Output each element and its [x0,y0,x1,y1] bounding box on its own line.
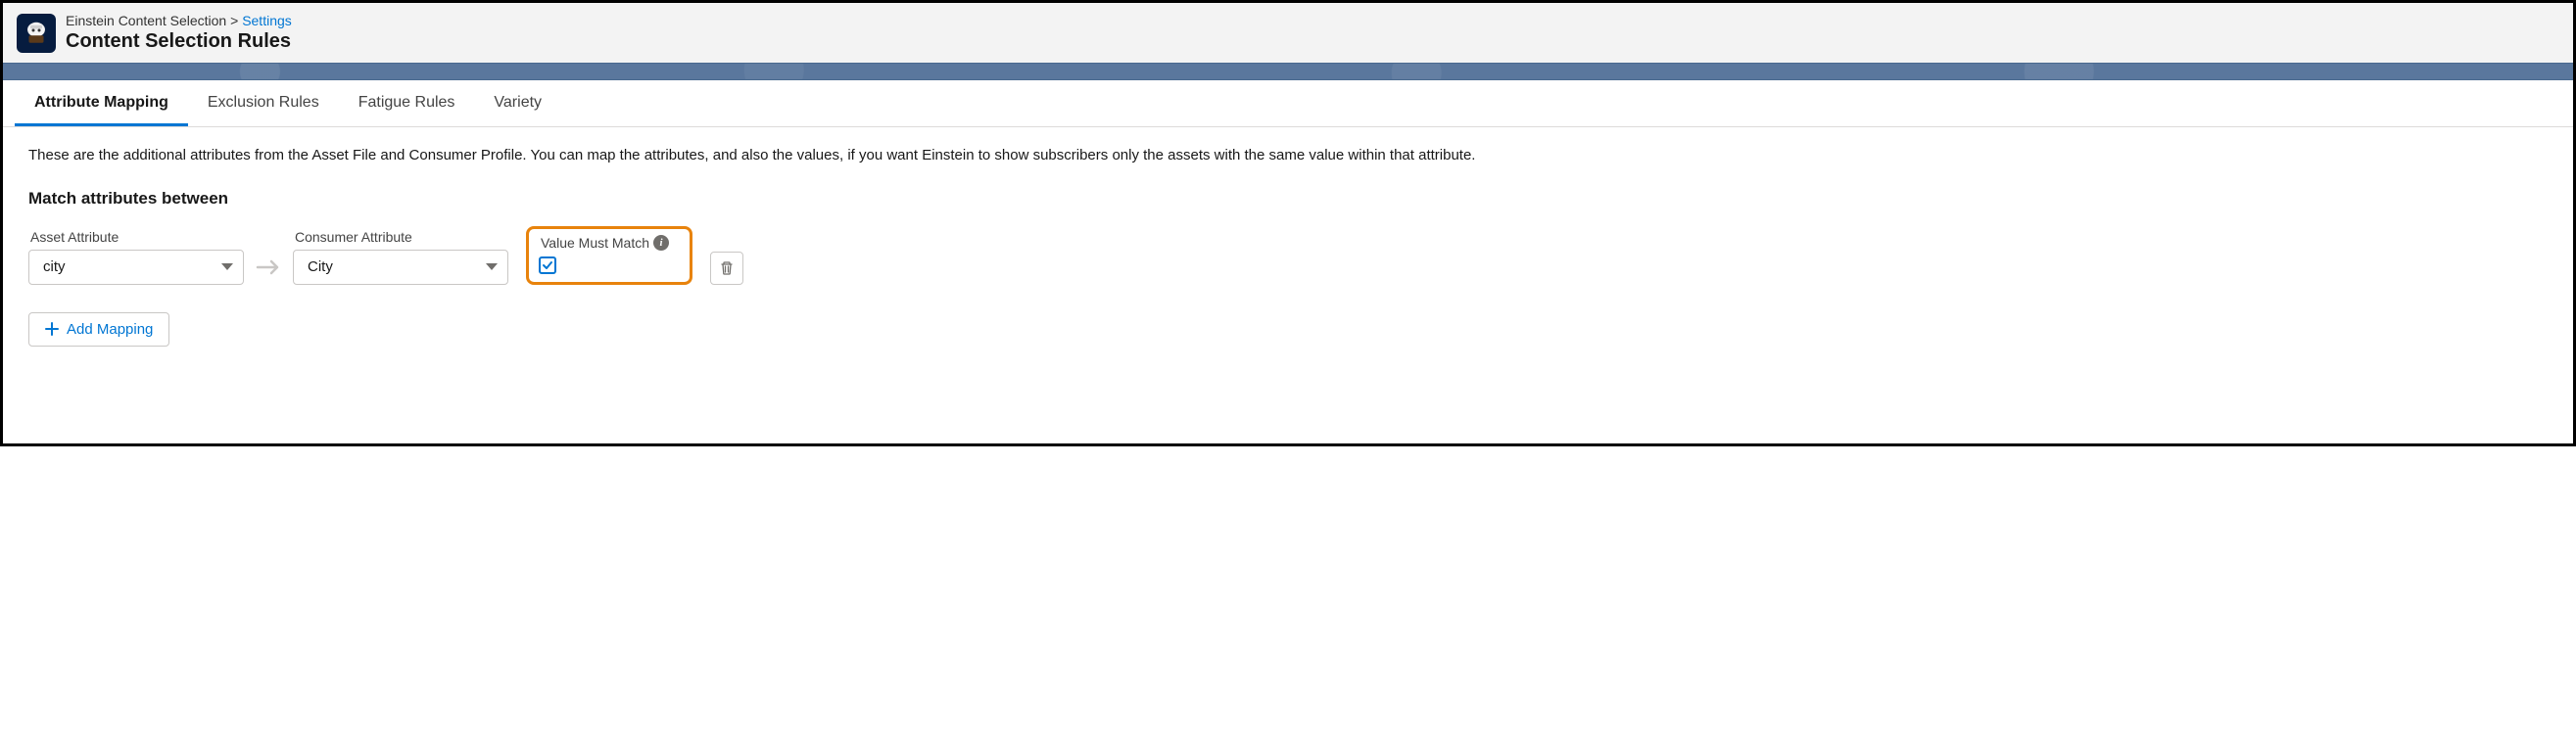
info-icon[interactable]: i [653,235,669,251]
tab-variety[interactable]: Variety [474,80,561,126]
consumer-attribute-select[interactable]: City [293,250,508,285]
chevron-down-icon [221,263,233,270]
description-text: These are the additional attributes from… [28,145,2548,167]
section-heading: Match attributes between [28,189,2548,209]
page-title: Content Selection Rules [66,30,292,53]
consumer-attribute-label: Consumer Attribute [293,229,508,245]
breadcrumb-root: Einstein Content Selection [66,13,226,28]
plus-icon [45,322,59,336]
asset-attribute-label: Asset Attribute [28,229,244,245]
tab-attribute-mapping[interactable]: Attribute Mapping [15,80,188,126]
tab-fatigue-rules[interactable]: Fatigue Rules [339,80,475,126]
content-area: These are the additional attributes from… [3,127,2573,364]
einstein-app-icon [17,14,56,53]
add-mapping-button[interactable]: Add Mapping [28,312,169,347]
value-must-match-label: Value Must Match [539,235,649,251]
arrow-right-icon [244,250,293,285]
value-must-match-checkbox[interactable] [539,256,556,274]
highlight-value-must-match: Value Must Match i [526,226,692,285]
delete-mapping-button[interactable] [710,252,743,285]
tabs-bar: Attribute Mapping Exclusion Rules Fatigu… [3,80,2573,127]
consumer-attribute-value: City [308,258,333,275]
tab-exclusion-rules[interactable]: Exclusion Rules [188,80,339,126]
page-header: Einstein Content Selection > Settings Co… [3,3,2573,63]
chevron-down-icon [486,263,498,270]
asset-attribute-value: city [43,258,66,275]
decorative-banner [3,63,2573,80]
breadcrumb-link-settings[interactable]: Settings [242,13,292,28]
trash-icon [719,260,735,276]
breadcrumb: Einstein Content Selection > Settings [66,13,292,28]
asset-attribute-select[interactable]: city [28,250,244,285]
mapping-row: Asset Attribute city Consumer Attribute … [28,226,2548,285]
add-mapping-label: Add Mapping [67,321,153,338]
